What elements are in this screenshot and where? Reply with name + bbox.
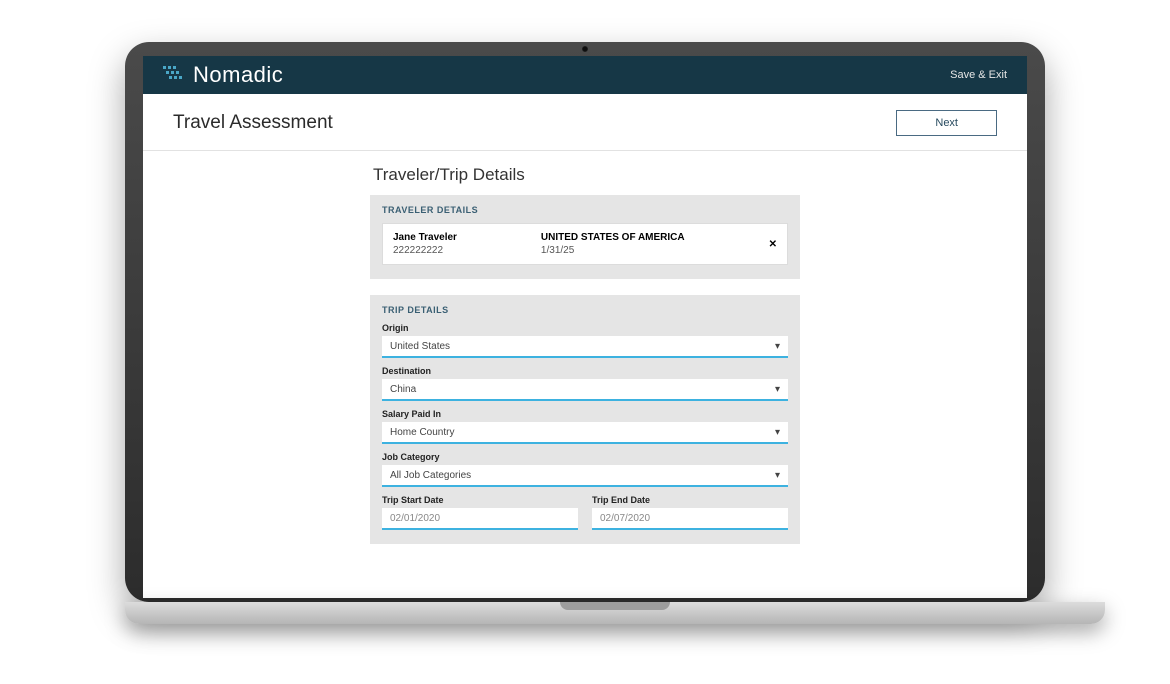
job-category-select[interactable]: All Job Categories ▾ xyxy=(382,465,788,487)
date-row: Trip Start Date 02/01/2020 Trip End Date… xyxy=(382,487,788,530)
remove-traveler-icon[interactable]: ✕ xyxy=(769,239,777,250)
traveler-country-col: UNITED STATES OF AMERICA 1/31/25 xyxy=(541,232,685,256)
start-date-col: Trip Start Date 02/01/2020 xyxy=(382,487,578,530)
salary-label: Salary Paid In xyxy=(382,409,788,419)
start-date-label: Trip Start Date xyxy=(382,495,578,505)
traveler-card-title: TRAVELER DETAILS xyxy=(382,205,788,215)
section-title: Traveler/Trip Details xyxy=(373,165,1027,185)
end-date-input[interactable]: 02/07/2020 xyxy=(592,508,788,530)
laptop-camera xyxy=(582,46,588,52)
chevron-down-icon: ▾ xyxy=(775,427,780,438)
origin-value: United States xyxy=(390,341,450,352)
traveler-name-col: Jane Traveler 222222222 xyxy=(393,232,457,256)
trip-card-title: TRIP DETAILS xyxy=(382,305,788,315)
page-title: Travel Assessment xyxy=(173,112,333,134)
end-date-col: Trip End Date 02/07/2020 xyxy=(592,487,788,530)
origin-label: Origin xyxy=(382,323,788,333)
app-screen: Nomadic Save & Exit Travel Assessment Ne… xyxy=(143,56,1027,598)
job-category-value: All Job Categories xyxy=(390,470,471,481)
traveler-details-card: TRAVELER DETAILS Jane Traveler 222222222… xyxy=(370,195,800,279)
salary-select[interactable]: Home Country ▾ xyxy=(382,422,788,444)
chevron-down-icon: ▾ xyxy=(775,470,780,481)
traveler-visa-date: 1/31/25 xyxy=(541,245,685,256)
laptop-bezel: Nomadic Save & Exit Travel Assessment Ne… xyxy=(125,42,1045,602)
laptop-frame: Nomadic Save & Exit Travel Assessment Ne… xyxy=(125,42,1045,642)
salary-value: Home Country xyxy=(390,427,454,438)
start-date-value: 02/01/2020 xyxy=(390,513,440,524)
job-category-label: Job Category xyxy=(382,452,788,462)
start-date-input[interactable]: 02/01/2020 xyxy=(382,508,578,530)
destination-select[interactable]: China ▾ xyxy=(382,379,788,401)
traveler-entry: Jane Traveler 222222222 UNITED STATES OF… xyxy=(382,223,788,265)
traveler-name: Jane Traveler xyxy=(393,232,457,243)
chevron-down-icon: ▾ xyxy=(775,341,780,352)
traveler-country: UNITED STATES OF AMERICA xyxy=(541,232,685,243)
content-area: Traveler/Trip Details TRAVELER DETAILS J… xyxy=(143,151,1027,544)
brand: Nomadic xyxy=(163,62,283,88)
trip-details-card: TRIP DETAILS Origin United States ▾ Dest… xyxy=(370,295,800,544)
destination-value: China xyxy=(390,384,416,395)
laptop-deck xyxy=(125,602,1105,624)
end-date-label: Trip End Date xyxy=(592,495,788,505)
app-header: Nomadic Save & Exit xyxy=(143,56,1027,94)
brand-logo-icon xyxy=(163,66,185,84)
origin-select[interactable]: United States ▾ xyxy=(382,336,788,358)
chevron-down-icon: ▾ xyxy=(775,384,780,395)
laptop-notch xyxy=(560,602,670,610)
save-exit-link[interactable]: Save & Exit xyxy=(950,69,1007,81)
destination-label: Destination xyxy=(382,366,788,376)
sub-header: Travel Assessment Next xyxy=(143,94,1027,151)
traveler-id: 222222222 xyxy=(393,245,457,256)
next-button[interactable]: Next xyxy=(896,110,997,136)
brand-name: Nomadic xyxy=(193,62,283,88)
end-date-value: 02/07/2020 xyxy=(600,513,650,524)
